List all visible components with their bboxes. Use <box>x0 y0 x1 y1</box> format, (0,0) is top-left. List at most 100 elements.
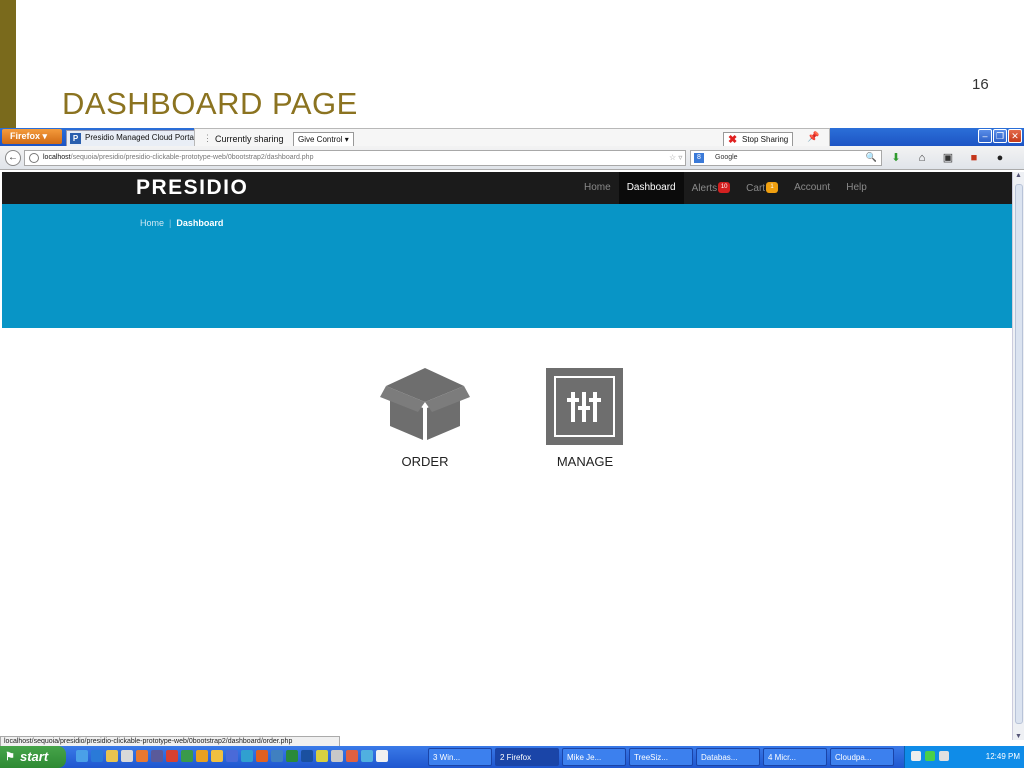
vertical-scrollbar[interactable]: ▲ ▼ <box>1012 172 1024 740</box>
clock: 12:49 PM <box>985 752 1020 761</box>
app-icon[interactable] <box>301 750 313 762</box>
network-icon[interactable] <box>925 751 935 761</box>
url-host: localhost <box>43 154 71 161</box>
windows-flag-icon: ⚑ <box>5 751 15 763</box>
app-icon[interactable] <box>151 750 163 762</box>
nav-help[interactable]: Help <box>838 172 875 204</box>
nav-cart[interactable]: Cart 1 <box>738 172 786 204</box>
home-icon[interactable]: ⌂ <box>914 150 930 166</box>
app-icon[interactable] <box>286 750 298 762</box>
close-window-icon[interactable]: ✕ <box>1008 129 1022 143</box>
app-icon[interactable] <box>256 750 268 762</box>
search-input[interactable]: 8 Google 🔍 <box>690 150 882 166</box>
sliders-icon-frame <box>554 376 615 437</box>
bookmarks-menu-icon[interactable]: ▣ <box>940 150 956 166</box>
nav-account[interactable]: Account <box>786 172 838 204</box>
download-arrow-icon[interactable]: ⬇ <box>888 150 904 166</box>
search-icon[interactable]: 🔍 <box>866 152 877 163</box>
app-icon[interactable] <box>136 750 148 762</box>
taskbar-items: 3 Win... 2 Firefox Mike Je... TreeSiz...… <box>428 748 894 766</box>
taskbar-item[interactable]: TreeSiz... <box>629 748 693 766</box>
nav-alerts[interactable]: Alerts 10 <box>684 172 739 204</box>
pin-icon[interactable]: 📌 <box>807 132 819 143</box>
window-controls: – ❐ ✕ <box>978 129 1022 143</box>
nav-alerts-label: Alerts <box>691 183 718 194</box>
slide-page-number: 16 <box>972 76 989 93</box>
slide: DASHBOARD PAGE 16 Firefox ▾ P Presidio M… <box>0 0 1024 768</box>
restore-icon[interactable]: ❐ <box>993 129 1007 143</box>
app-icon[interactable] <box>226 750 238 762</box>
volume-icon[interactable] <box>939 751 949 761</box>
minimize-icon[interactable]: – <box>978 129 992 143</box>
slide-accent-bar <box>0 0 16 128</box>
search-engine-label: Google <box>715 154 738 161</box>
app-icon[interactable] <box>196 750 208 762</box>
sliders-icon <box>546 368 623 445</box>
url-bar[interactable]: localhost/sequoia/presidio/presidio-clic… <box>24 150 686 166</box>
folder-icon[interactable] <box>106 750 118 762</box>
breadcrumb-separator: | <box>169 218 172 228</box>
stop-sharing-button[interactable]: ✖ Stop Sharing <box>723 132 794 147</box>
brand-logo[interactable]: PRESIDIO <box>136 176 248 200</box>
taskbar-item[interactable]: 3 Win... <box>428 748 492 766</box>
manage-label: MANAGE <box>556 454 614 469</box>
sliders-icon-glyph <box>567 392 601 422</box>
bookmark-star-icon[interactable]: ☆ ▿ C <box>669 153 685 162</box>
app-icon[interactable] <box>361 750 373 762</box>
scrollbar-thumb[interactable] <box>1015 184 1023 724</box>
breadcrumb: Home | Dashboard <box>140 218 223 228</box>
taskbar-item[interactable]: Databas... <box>696 748 760 766</box>
manage-tile[interactable]: MANAGE <box>540 364 630 474</box>
give-control-dropdown[interactable]: Give Control ▾ <box>293 132 354 147</box>
app-icon[interactable] <box>271 750 283 762</box>
slide-title: DASHBOARD PAGE <box>62 86 358 121</box>
taskbar-item[interactable]: Mike Je... <box>562 748 626 766</box>
quick-launch <box>76 750 388 762</box>
order-tile[interactable]: ORDER <box>380 364 470 474</box>
start-button[interactable]: ⚑ start <box>0 746 66 768</box>
breadcrumb-home[interactable]: Home <box>140 218 164 228</box>
app-icon[interactable] <box>316 750 328 762</box>
taskbar-item[interactable]: 4 Micr... <box>763 748 827 766</box>
app-icon[interactable] <box>376 750 388 762</box>
nav-links: Home Dashboard Alerts 10 Cart 1 Account He… <box>576 172 875 204</box>
help-icon[interactable] <box>911 751 921 761</box>
ie-icon[interactable] <box>76 750 88 762</box>
box-icon <box>380 368 470 440</box>
browser-tab[interactable]: P Presidio Managed Cloud Portal - ( <box>66 130 196 146</box>
scroll-down-icon[interactable]: ▼ <box>1015 733 1022 740</box>
site-navbar: PRESIDIO Home Dashboard Alerts 10 Cart 1 A… <box>2 172 1012 204</box>
app-icon[interactable] <box>181 750 193 762</box>
close-x-icon: ✖ <box>728 134 738 146</box>
addon-icon[interactable]: ■ <box>966 150 982 166</box>
app-icon[interactable] <box>346 750 358 762</box>
nav-dashboard[interactable]: Dashboard <box>618 172 684 204</box>
app-icon[interactable] <box>211 750 223 762</box>
app-icon[interactable] <box>331 750 343 762</box>
app-icon[interactable] <box>241 750 253 762</box>
app-icon[interactable] <box>121 750 133 762</box>
web-page: PRESIDIO Home Dashboard Alerts 10 Cart 1 A… <box>2 172 1012 740</box>
start-label: start <box>20 749 49 764</box>
firefox-menu-button[interactable]: Firefox ▾ <box>2 129 62 144</box>
tab-title: Presidio Managed Cloud Portal - ( <box>85 133 196 142</box>
taskbar-item[interactable]: 2 Firefox <box>495 748 559 766</box>
toolbar-icons: ⬇ ⌂ ▣ ■ ● <box>888 150 1008 166</box>
order-label: ORDER <box>401 454 449 469</box>
globe-icon <box>29 153 39 163</box>
window-titlebar: Firefox ▾ P Presidio Managed Cloud Porta… <box>0 128 1024 150</box>
google-icon[interactable]: 8 <box>694 153 704 163</box>
browser-toolbar: ← localhost/sequoia/presidio/presidio-cl… <box>0 146 1024 170</box>
app-icon[interactable] <box>166 750 178 762</box>
ie-icon[interactable] <box>91 750 103 762</box>
system-tray: 12:49 PM <box>904 746 1024 768</box>
scroll-up-icon[interactable]: ▲ <box>1015 172 1022 179</box>
taskbar-item[interactable]: Cloudpa... <box>830 748 894 766</box>
sync-icon[interactable]: ● <box>992 150 1008 166</box>
nav-home[interactable]: Home <box>576 172 619 204</box>
back-arrow-icon[interactable]: ← <box>5 150 21 166</box>
hero-banner: Home | Dashboard <box>2 204 1012 328</box>
drag-grip-icon[interactable]: ⋮ <box>203 133 212 144</box>
nav-cart-label: Cart <box>746 183 766 194</box>
cart-badge: 1 <box>766 182 779 193</box>
